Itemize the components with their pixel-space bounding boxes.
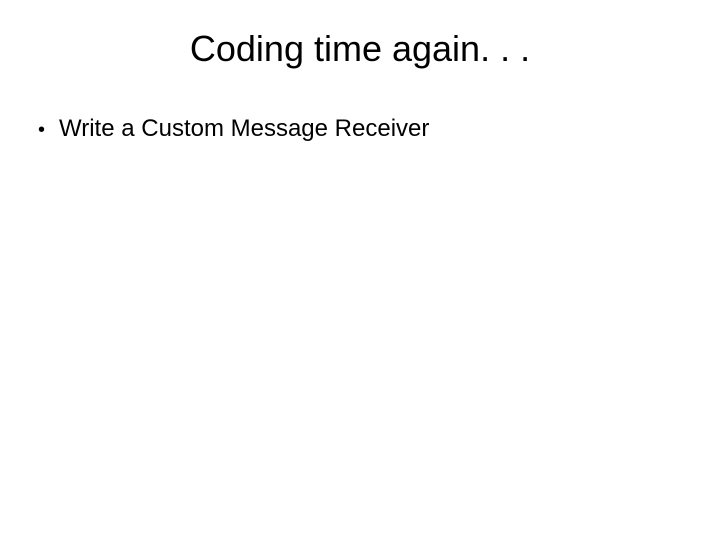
- bullet-item: • Write a Custom Message Receiver: [38, 112, 690, 146]
- slide-content: • Write a Custom Message Receiver: [30, 112, 690, 146]
- bullet-text: Write a Custom Message Receiver: [59, 112, 429, 146]
- slide-title: Coding time again. . .: [30, 28, 690, 70]
- slide-container: Coding time again. . . • Write a Custom …: [0, 0, 720, 540]
- bullet-marker: •: [38, 116, 45, 144]
